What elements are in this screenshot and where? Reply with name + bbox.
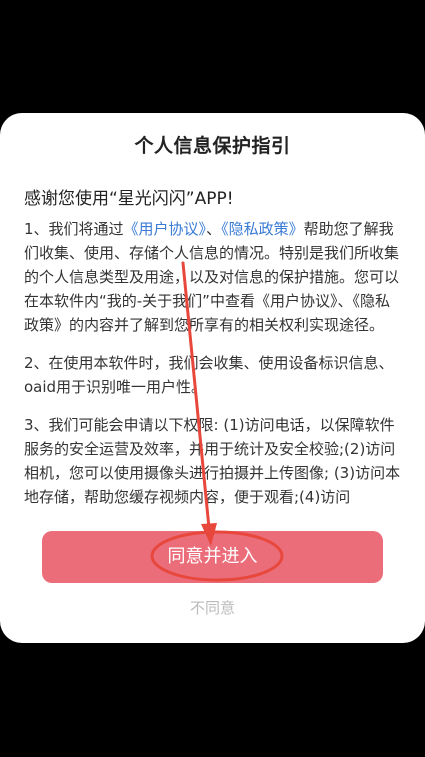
privacy-dialog: 个人信息保护指引 感谢您使用“星光闪闪”APP! 1、我们将通过《用户协议》、《…	[0, 113, 425, 643]
dialog-title: 个人信息保护指引	[134, 135, 291, 157]
agree-button-label: 同意并进入	[167, 546, 258, 567]
policy-content[interactable]: 1、我们将通过《用户协议》、《隐私政策》帮助您了解我们收集、使用、存储个人信息的…	[24, 217, 404, 509]
paragraph-1-intro: 1、我们将通过	[24, 220, 124, 238]
paragraph-1-separator: 、	[206, 220, 222, 238]
privacy-policy-link[interactable]: 《隐私政策》	[221, 220, 304, 238]
disagree-button[interactable]: 不同意	[0, 597, 425, 618]
paragraph-3: 3、我们可能会申请以下权限: (1)访问电话，以保障软件服务的安全运营及效率，并…	[24, 416, 401, 506]
user-agreement-link[interactable]: 《用户协议》	[124, 220, 207, 238]
paragraph-1: 1、我们将通过《用户协议》、《隐私政策》帮助您了解我们收集、使用、存储个人信息的…	[24, 217, 404, 337]
agree-button[interactable]: 同意并进入	[42, 531, 383, 583]
paragraph-2: 2、在使用本软件时，我们会收集、使用设备标识信息、oaid用于识别唯一用户性。	[24, 354, 394, 396]
greeting-text: 感谢您使用“星光闪闪”APP!	[24, 189, 234, 209]
